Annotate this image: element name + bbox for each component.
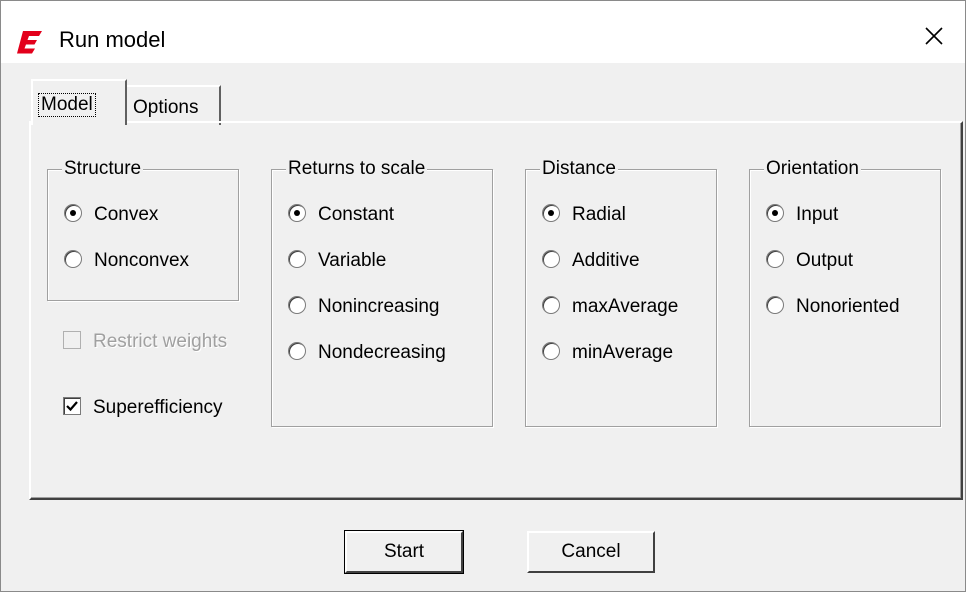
rts-nondecreasing-radio[interactable]: Nondecreasing (288, 341, 446, 364)
radio-unselected-icon (288, 341, 306, 360)
rts-variable-radio[interactable]: Variable (288, 249, 387, 272)
superefficiency-checkbox[interactable]: Superefficiency (63, 396, 223, 419)
model-tab-panel: Structure Convex Nonconvex Restrict weig… (29, 121, 963, 500)
tab-options[interactable]: Options (125, 85, 221, 125)
distance-group: Distance Radial Additive maxAverage minA… (525, 158, 717, 427)
cancel-button[interactable]: Cancel (527, 531, 655, 573)
radio-unselected-icon (288, 295, 306, 314)
checkbox-checked-icon (63, 396, 81, 415)
tab-model[interactable]: Model (31, 79, 127, 125)
orientation-group: Orientation Input Output Nonoriented (749, 158, 941, 427)
option-label: Nondecreasing (318, 342, 446, 363)
radio-selected-icon (64, 203, 82, 222)
distance-legend: Distance (540, 158, 618, 180)
radio-unselected-icon (766, 249, 784, 268)
option-label: Variable (318, 250, 387, 271)
close-x-icon (925, 27, 943, 45)
option-label: Nonincreasing (318, 296, 440, 317)
distance-radial-radio[interactable]: Radial (542, 203, 626, 226)
structure-nonconvex-radio[interactable]: Nonconvex (64, 249, 190, 272)
radio-unselected-icon (542, 249, 560, 268)
radio-selected-icon (288, 203, 306, 222)
option-label: Output (796, 250, 854, 271)
close-button[interactable] (905, 1, 965, 63)
option-label: Nonoriented (796, 296, 900, 317)
option-label: Convex (94, 204, 159, 225)
orientation-nonoriented-radio[interactable]: Nonoriented (766, 295, 900, 318)
start-button[interactable]: Start (344, 530, 464, 574)
run-model-dialog: Run model Model Options Structure Convex… (0, 0, 966, 592)
radio-unselected-icon (288, 249, 306, 268)
option-label: Radial (572, 204, 626, 225)
orientation-output-radio[interactable]: Output (766, 249, 854, 272)
option-label: Restrict weights (93, 331, 228, 352)
checkbox-disabled-icon (63, 330, 81, 349)
returns-to-scale-group: Returns to scale Constant Variable Nonin… (271, 158, 493, 427)
radio-selected-icon (766, 203, 784, 222)
title-bar: Run model (1, 1, 965, 63)
distance-additive-radio[interactable]: Additive (542, 249, 640, 272)
option-label: Superefficiency (93, 397, 223, 418)
radio-unselected-icon (542, 341, 560, 360)
structure-legend: Structure (62, 158, 144, 180)
orientation-input-radio[interactable]: Input (766, 203, 839, 226)
structure-convex-radio[interactable]: Convex (64, 203, 159, 226)
radio-unselected-icon (542, 295, 560, 314)
radio-unselected-icon (64, 249, 82, 268)
option-label: Additive (572, 250, 640, 271)
window-title: Run model (59, 27, 166, 52)
radio-selected-icon (542, 203, 560, 222)
option-label: Nonconvex (94, 250, 190, 271)
tab-options-label: Options (133, 97, 199, 118)
option-label: Input (796, 204, 839, 225)
option-label: Constant (318, 204, 395, 225)
option-label: maxAverage (572, 296, 679, 317)
structure-group: Structure Convex Nonconvex (47, 158, 239, 301)
orientation-legend: Orientation (764, 158, 861, 180)
tab-model-label: Model (38, 93, 96, 117)
distance-minaverage-radio[interactable]: minAverage (542, 341, 674, 364)
returns-to-scale-legend: Returns to scale (286, 158, 428, 180)
radio-unselected-icon (766, 295, 784, 314)
rts-nonincreasing-radio[interactable]: Nonincreasing (288, 295, 440, 318)
distance-maxaverage-radio[interactable]: maxAverage (542, 295, 679, 318)
rts-constant-radio[interactable]: Constant (288, 203, 395, 226)
red-E-logo-icon (17, 29, 43, 55)
restrict-weights-checkbox[interactable]: Restrict weights (63, 330, 228, 353)
option-label: minAverage (572, 342, 674, 363)
